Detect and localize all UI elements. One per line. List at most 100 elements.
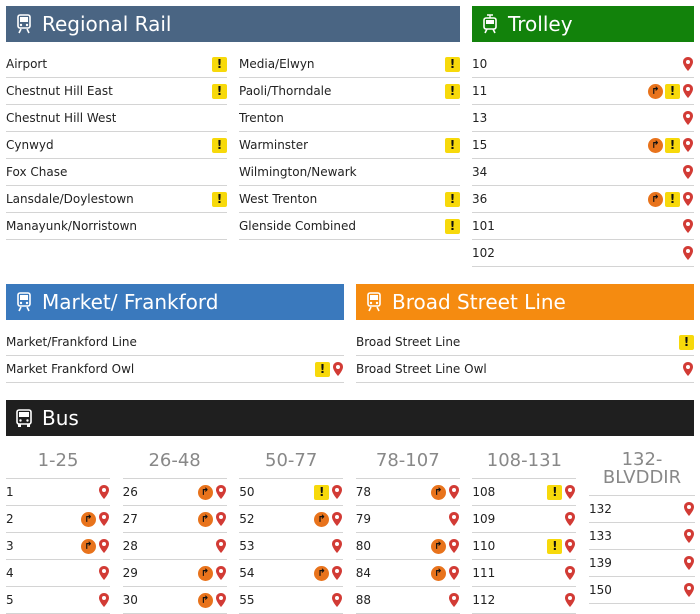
map-pin-icon[interactable] <box>331 593 343 608</box>
alert-icon[interactable]: ! <box>547 484 563 500</box>
route-row[interactable]: 111 <box>472 560 577 587</box>
map-pin-icon[interactable] <box>215 539 227 554</box>
alert-icon[interactable]: ! <box>314 484 330 500</box>
map-pin-icon[interactable] <box>564 593 576 608</box>
route-row[interactable]: 2 ↱ <box>6 506 110 533</box>
detour-icon[interactable]: ↱ <box>430 565 446 581</box>
route-row[interactable]: 78 ↱ <box>355 479 460 506</box>
route-row[interactable]: 15 ↱! <box>472 132 694 159</box>
detour-icon[interactable]: ↱ <box>197 565 213 581</box>
detour-icon[interactable]: ↱ <box>197 484 213 500</box>
route-row[interactable]: Media/Elwyn! <box>239 51 460 78</box>
detour-icon[interactable]: ↱ <box>314 511 330 527</box>
map-pin-icon[interactable] <box>682 246 694 261</box>
map-pin-icon[interactable] <box>331 485 343 500</box>
route-row[interactable]: Airport! <box>6 51 227 78</box>
bus-header[interactable]: Bus <box>6 400 694 436</box>
alert-icon[interactable]: ! <box>547 538 563 554</box>
map-pin-icon[interactable] <box>682 111 694 126</box>
route-row[interactable]: 53 <box>239 533 344 560</box>
route-row[interactable]: 5 <box>6 587 110 614</box>
map-pin-icon[interactable] <box>683 583 695 598</box>
detour-icon[interactable]: ↱ <box>81 538 96 554</box>
route-row[interactable]: 108! <box>472 479 577 506</box>
detour-icon[interactable]: ↱ <box>197 511 213 527</box>
map-pin-icon[interactable] <box>98 512 110 527</box>
route-row[interactable]: 10 <box>472 51 694 78</box>
alert-icon[interactable]: ! <box>445 218 460 234</box>
map-pin-icon[interactable] <box>331 512 343 527</box>
route-row[interactable]: Market/Frankford Line <box>6 329 344 356</box>
map-pin-icon[interactable] <box>448 566 460 581</box>
map-pin-icon[interactable] <box>448 485 460 500</box>
map-pin-icon[interactable] <box>564 566 576 581</box>
route-row[interactable]: Fox Chase <box>6 159 227 186</box>
route-row[interactable]: Chestnut Hill West <box>6 105 227 132</box>
detour-icon[interactable]: ↱ <box>81 511 96 527</box>
map-pin-icon[interactable] <box>682 138 694 153</box>
route-row[interactable]: 36 ↱! <box>472 186 694 213</box>
map-pin-icon[interactable] <box>682 192 694 207</box>
trolley-header[interactable]: Trolley <box>472 6 694 42</box>
alert-icon[interactable]: ! <box>212 56 227 72</box>
route-row[interactable]: Manayunk/Norristown <box>6 213 227 240</box>
map-pin-icon[interactable] <box>564 539 576 554</box>
alert-icon[interactable]: ! <box>315 361 330 377</box>
map-pin-icon[interactable] <box>564 485 576 500</box>
map-pin-icon[interactable] <box>331 539 343 554</box>
route-row[interactable]: 112 <box>472 587 577 614</box>
broad-street-header[interactable]: Broad Street Line <box>356 284 694 320</box>
map-pin-icon[interactable] <box>682 57 694 72</box>
route-row[interactable]: 50! <box>239 479 344 506</box>
route-row[interactable]: 11 ↱! <box>472 78 694 105</box>
route-row[interactable]: Wilmington/Newark <box>239 159 460 186</box>
map-pin-icon[interactable] <box>98 485 110 500</box>
route-row[interactable]: 102 <box>472 240 694 267</box>
detour-icon[interactable]: ↱ <box>648 83 663 99</box>
route-row[interactable]: Lansdale/Doylestown! <box>6 186 227 213</box>
detour-icon[interactable]: ↱ <box>648 137 663 153</box>
map-pin-icon[interactable] <box>215 485 227 500</box>
route-row[interactable]: 132 <box>589 496 695 523</box>
detour-icon[interactable]: ↱ <box>430 484 446 500</box>
map-pin-icon[interactable] <box>682 84 694 99</box>
route-row[interactable]: 13 <box>472 105 694 132</box>
route-row[interactable]: Chestnut Hill East! <box>6 78 227 105</box>
map-pin-icon[interactable] <box>215 512 227 527</box>
bus-column-header[interactable]: 132- BLVDDIR <box>589 443 695 496</box>
map-pin-icon[interactable] <box>98 593 110 608</box>
alert-icon[interactable]: ! <box>212 137 227 153</box>
map-pin-icon[interactable] <box>683 502 695 517</box>
bus-column-header[interactable]: 50-77 <box>239 443 344 479</box>
detour-icon[interactable]: ↱ <box>648 191 663 207</box>
map-pin-icon[interactable] <box>448 512 460 527</box>
route-row[interactable]: Market Frankford Owl! <box>6 356 344 383</box>
map-pin-icon[interactable] <box>215 593 227 608</box>
regional-rail-header[interactable]: Regional Rail <box>6 6 460 42</box>
route-row[interactable]: 88 <box>355 587 460 614</box>
route-row[interactable]: 52 ↱ <box>239 506 344 533</box>
map-pin-icon[interactable] <box>564 512 576 527</box>
route-row[interactable]: 30 ↱ <box>122 587 227 614</box>
route-row[interactable]: Paoli/Thorndale! <box>239 78 460 105</box>
route-row[interactable]: 150 <box>589 577 695 604</box>
alert-icon[interactable]: ! <box>445 137 460 153</box>
route-row[interactable]: Broad Street Line Owl <box>356 356 694 383</box>
route-row[interactable]: 133 <box>589 523 695 550</box>
route-row[interactable]: 54 ↱ <box>239 560 344 587</box>
alert-icon[interactable]: ! <box>212 83 227 99</box>
bus-column-header[interactable]: 26-48 <box>122 443 227 479</box>
map-pin-icon[interactable] <box>331 566 343 581</box>
map-pin-icon[interactable] <box>215 566 227 581</box>
detour-icon[interactable]: ↱ <box>197 592 213 608</box>
bus-column-header[interactable]: 108-131 <box>472 443 577 479</box>
route-row[interactable]: 34 <box>472 159 694 186</box>
route-row[interactable]: 55 <box>239 587 344 614</box>
route-row[interactable]: 1 <box>6 479 110 506</box>
map-pin-icon[interactable] <box>682 362 694 377</box>
route-row[interactable]: West Trenton! <box>239 186 460 213</box>
alert-icon[interactable]: ! <box>665 191 680 207</box>
detour-icon[interactable]: ↱ <box>314 565 330 581</box>
detour-icon[interactable]: ↱ <box>430 538 446 554</box>
route-row[interactable]: 27 ↱ <box>122 506 227 533</box>
